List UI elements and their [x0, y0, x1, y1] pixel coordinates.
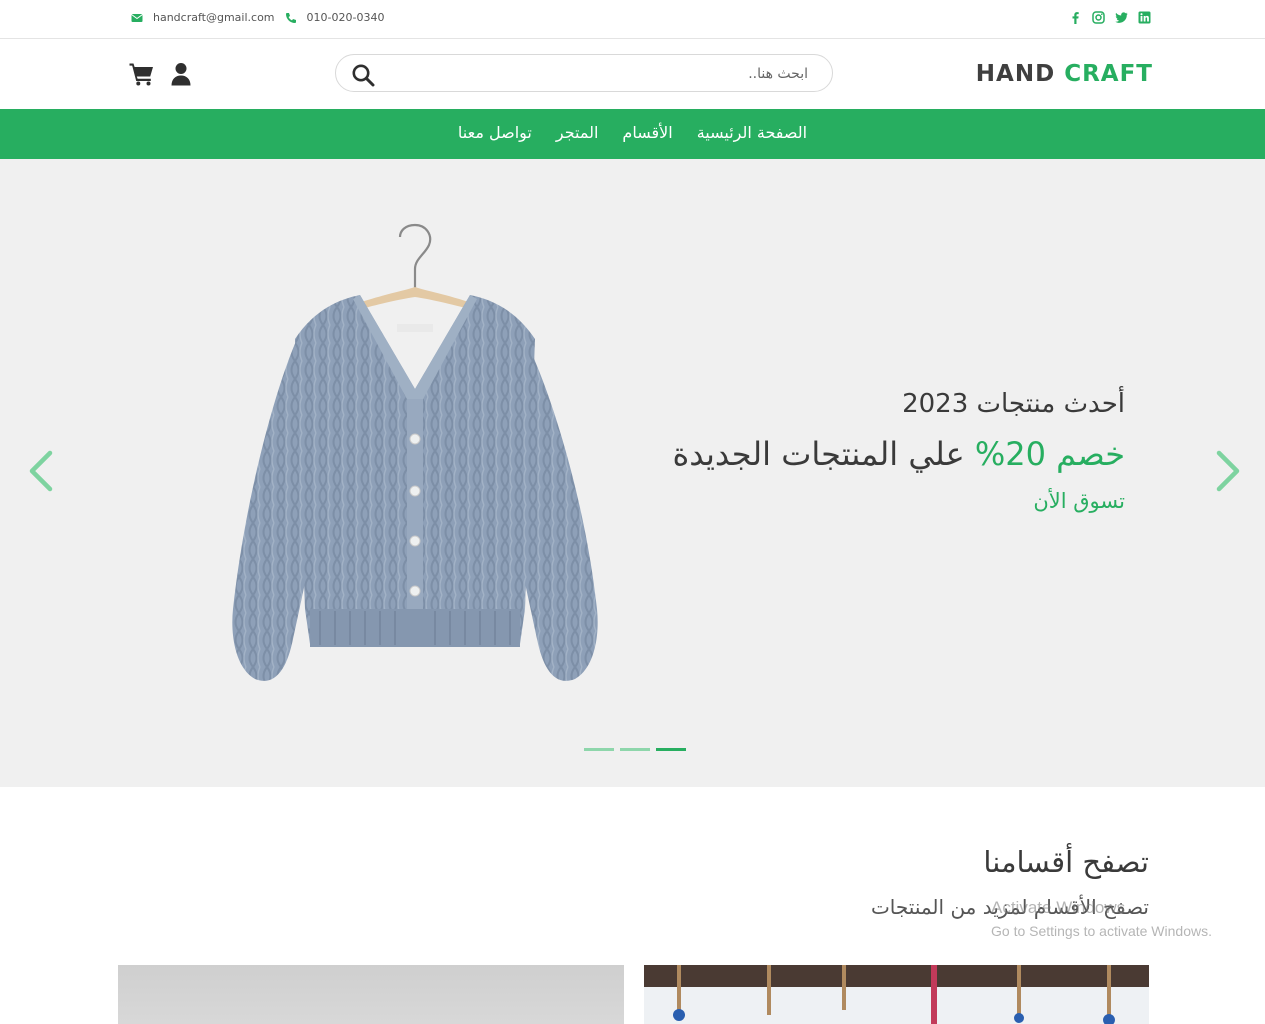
facebook-icon[interactable] [1069, 11, 1082, 24]
cart-icon[interactable] [129, 62, 154, 86]
chevron-right-icon[interactable] [1213, 449, 1243, 493]
nav-item-categories[interactable]: الأقسام [622, 123, 672, 142]
hero-discount: خصم 20% [974, 435, 1125, 473]
watermark-line2: Go to Settings to activate Windows. [991, 922, 1212, 939]
category-image-accessories [644, 965, 1149, 1024]
phone-icon [285, 12, 296, 23]
nav-list: الصفحة الرئيسية الأقسام المتجر تواصل معن… [0, 123, 1265, 142]
search-input[interactable] [396, 61, 810, 87]
user-icon[interactable] [170, 62, 192, 86]
nav-item-shop[interactable]: المتجر [556, 123, 599, 142]
search-icon[interactable] [351, 63, 375, 87]
hero-subtitle: أحدث منتجات 2023 [902, 389, 1125, 419]
product-image-sweater [232, 223, 598, 681]
shop-now-link[interactable]: تسوق الأن [672, 489, 1125, 513]
hero-title-rest: علي المنتجات الجديدة [672, 435, 975, 473]
hero-slider: أحدث منتجات 2023 خصم 20% علي المنتجات ال… [0, 159, 1265, 787]
slide-indicator-3[interactable] [656, 748, 686, 751]
windows-activation-watermark: Activate Windows Go to Settings to activ… [991, 896, 1212, 941]
top-bar: handcraft@gmail.com 010-020-0340 [0, 0, 1265, 39]
main-nav: الصفحة الرئيسية الأقسام المتجر تواصل معن… [0, 109, 1265, 159]
hero-caption: أحدث منتجات 2023 خصم 20% علي المنتجات ال… [672, 389, 1125, 513]
phone-link[interactable]: 010-020-0340 [307, 11, 385, 24]
slider-indicators [584, 748, 686, 751]
category-card-accessories[interactable] [644, 965, 1149, 1024]
email-link[interactable]: handcraft@gmail.com [153, 11, 275, 24]
contact-info: handcraft@gmail.com 010-020-0340 [131, 11, 394, 24]
logo-hand-text: HAND [975, 61, 1056, 87]
instagram-icon[interactable] [1092, 11, 1105, 24]
header: HAND CRAFT [0, 39, 1265, 108]
nav-item-contact[interactable]: تواصل معنا [458, 123, 532, 142]
twitter-icon[interactable] [1115, 11, 1128, 24]
search-bar [335, 54, 833, 92]
site-logo[interactable]: HAND CRAFT [976, 61, 1153, 87]
hero-title: خصم 20% علي المنتجات الجديدة [672, 435, 1125, 473]
linkedin-icon[interactable] [1138, 11, 1151, 24]
slide-indicator-2[interactable] [620, 748, 650, 751]
watermark-line1: Activate Windows [991, 898, 1126, 917]
social-links [1069, 11, 1151, 24]
envelope-icon [131, 13, 143, 22]
nav-item-home[interactable]: الصفحة الرئيسية [697, 123, 807, 142]
logo-craft-text: CRAFT [1064, 61, 1153, 87]
categories-title: تصفح أقسامنا [983, 845, 1149, 879]
slide-indicator-1[interactable] [584, 748, 614, 751]
category-card-clothes[interactable] [118, 965, 624, 1024]
chevron-left-icon[interactable] [26, 449, 56, 493]
